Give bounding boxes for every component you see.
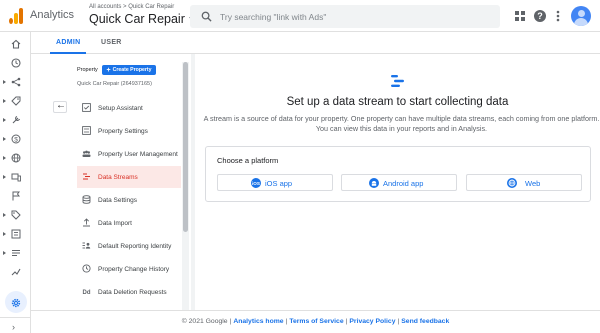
main-content: Set up a data stream to start collecting… [191, 54, 600, 310]
create-property-label: Create Property [112, 66, 152, 73]
svg-text:$: $ [14, 137, 18, 144]
footer-copyright: © 2021 Google [181, 318, 228, 325]
menu-item-setup-assistant[interactable]: Setup Assistant [77, 97, 181, 119]
people-icon [82, 150, 91, 157]
platform-label: iOS app [265, 179, 293, 188]
checklist-icon [82, 103, 91, 112]
platform-web-button[interactable]: Web [466, 174, 582, 191]
menu-item-default-reporting-identity[interactable]: Default Reporting Identity [77, 235, 181, 257]
property-name[interactable]: Quick Car Repair (264937165) [77, 81, 152, 87]
footer-link-feedback[interactable]: Send feedback [401, 318, 449, 325]
plus-icon: + [106, 66, 111, 74]
admin-tabs: ADMIN USER [31, 32, 600, 54]
web-globe-icon [507, 178, 517, 188]
dollar-icon[interactable]: $ [0, 130, 31, 148]
menu-item-label: Property Change History [98, 265, 170, 273]
account-avatar[interactable] [571, 6, 591, 26]
platform-label: Android app [383, 179, 424, 188]
back-arrow-button[interactable]: ← [53, 100, 67, 113]
choose-platform-heading: Choose a platform [217, 156, 279, 165]
history-icon [82, 264, 91, 273]
app-name[interactable]: Analytics [30, 9, 74, 21]
menu-item-label: Default Reporting Identity [98, 242, 172, 250]
tag-icon[interactable] [0, 206, 31, 224]
audience-icon[interactable] [0, 244, 31, 262]
reports-icon[interactable] [0, 54, 31, 72]
tab-admin[interactable]: ADMIN [56, 39, 80, 46]
menu-item-property-change-history[interactable]: Property Change History [77, 258, 181, 280]
menu-item-data-deletion-requests[interactable]: Dd Data Deletion Requests [77, 281, 181, 303]
top-header: Analytics All accounts > Quick Car Repai… [0, 0, 600, 32]
platform-card: Choose a platform iOS iOS app Android ap… [205, 146, 591, 202]
menu-item-data-import[interactable]: Data Import [77, 212, 181, 234]
streams-icon [83, 173, 90, 180]
search-icon [201, 11, 212, 22]
menu-item-data-streams[interactable]: Data Streams [77, 166, 181, 188]
explore-icon[interactable] [0, 73, 31, 91]
tab-user[interactable]: USER [101, 39, 122, 46]
advertising-icon[interactable] [0, 92, 31, 110]
apps-grid-icon[interactable] [513, 9, 527, 23]
nav-rail: $ › [0, 32, 31, 333]
search-input[interactable] [220, 9, 490, 24]
breadcrumb[interactable]: All accounts > Quick Car Repair [89, 4, 174, 10]
account-selector[interactable]: Quick Car Repair▼ [89, 12, 195, 26]
upload-icon [83, 218, 90, 227]
scrollbar-thumb[interactable] [183, 62, 188, 232]
menu-item-label: Setup Assistant [98, 104, 143, 112]
data-streams-panel: Set up a data stream to start collecting… [195, 54, 600, 310]
svg-text:?: ? [537, 11, 543, 21]
create-property-button[interactable]: + Create Property [102, 65, 156, 75]
footer-link-terms[interactable]: Terms of Service [289, 318, 343, 325]
menu-item-label: Data Streams [98, 173, 138, 181]
identity-icon [82, 242, 91, 249]
menu-item-label: Property Settings [98, 127, 148, 135]
ios-icon: iOS [251, 178, 261, 188]
footer-link-privacy[interactable]: Privacy Policy [349, 318, 395, 325]
platform-android-button[interactable]: Android app [341, 174, 457, 191]
property-label: Property [77, 67, 98, 73]
footer: © 2021 Google | Analytics home | Terms of Se… [31, 310, 600, 333]
menu-item-property-user-management[interactable]: Property User Management [77, 143, 181, 165]
menu-item-data-settings[interactable]: Data Settings [77, 189, 181, 211]
more-vert-icon[interactable] [551, 9, 565, 23]
settings-square-icon [82, 126, 91, 135]
svg-text:iOS: iOS [252, 181, 260, 186]
devices-icon[interactable] [0, 168, 31, 186]
configure-icon[interactable] [0, 111, 31, 129]
page-description: A stream is a source of data for your pr… [203, 114, 600, 133]
android-icon [369, 178, 379, 188]
property-scrollbar[interactable] [182, 62, 189, 310]
streams-hero-icon [391, 75, 404, 87]
account-name: Quick Car Repair [89, 12, 185, 26]
chevron-right-icon: › [12, 322, 15, 332]
arrow-left-icon: ← [56, 100, 66, 111]
property-column: Property + Create Property Quick Car Repa… [31, 54, 191, 310]
menu-item-property-settings[interactable]: Property Settings [77, 120, 181, 142]
analytics-logo-icon[interactable] [9, 8, 23, 24]
globe-icon[interactable] [0, 149, 31, 167]
footer-text: © 2021 Google | Analytics home | Terms of Se… [181, 318, 450, 325]
menu-item-label: Property User Management [98, 150, 178, 158]
flag-icon[interactable] [0, 187, 31, 205]
dd-icon: Dd [83, 290, 91, 296]
search-bar[interactable] [190, 5, 500, 28]
footer-link-analytics-home[interactable]: Analytics home [233, 318, 283, 325]
help-icon[interactable]: ? [533, 9, 547, 23]
admin-gear-icon[interactable] [0, 291, 31, 313]
menu-item-label: Data Import [98, 219, 132, 227]
menu-item-label: Data Settings [98, 196, 138, 204]
svg-text:Dd: Dd [83, 290, 91, 296]
library-icon[interactable] [0, 225, 31, 243]
insights-icon[interactable] [0, 263, 31, 281]
platform-label: Web [525, 179, 541, 188]
home-icon[interactable] [0, 35, 31, 53]
menu-item-label: Data Deletion Requests [98, 288, 167, 296]
page-title: Set up a data stream to start collecting… [286, 96, 509, 108]
database-icon [82, 195, 91, 204]
expand-nav-button[interactable]: › [0, 317, 31, 333]
platform-ios-button[interactable]: iOS iOS app [217, 174, 333, 191]
